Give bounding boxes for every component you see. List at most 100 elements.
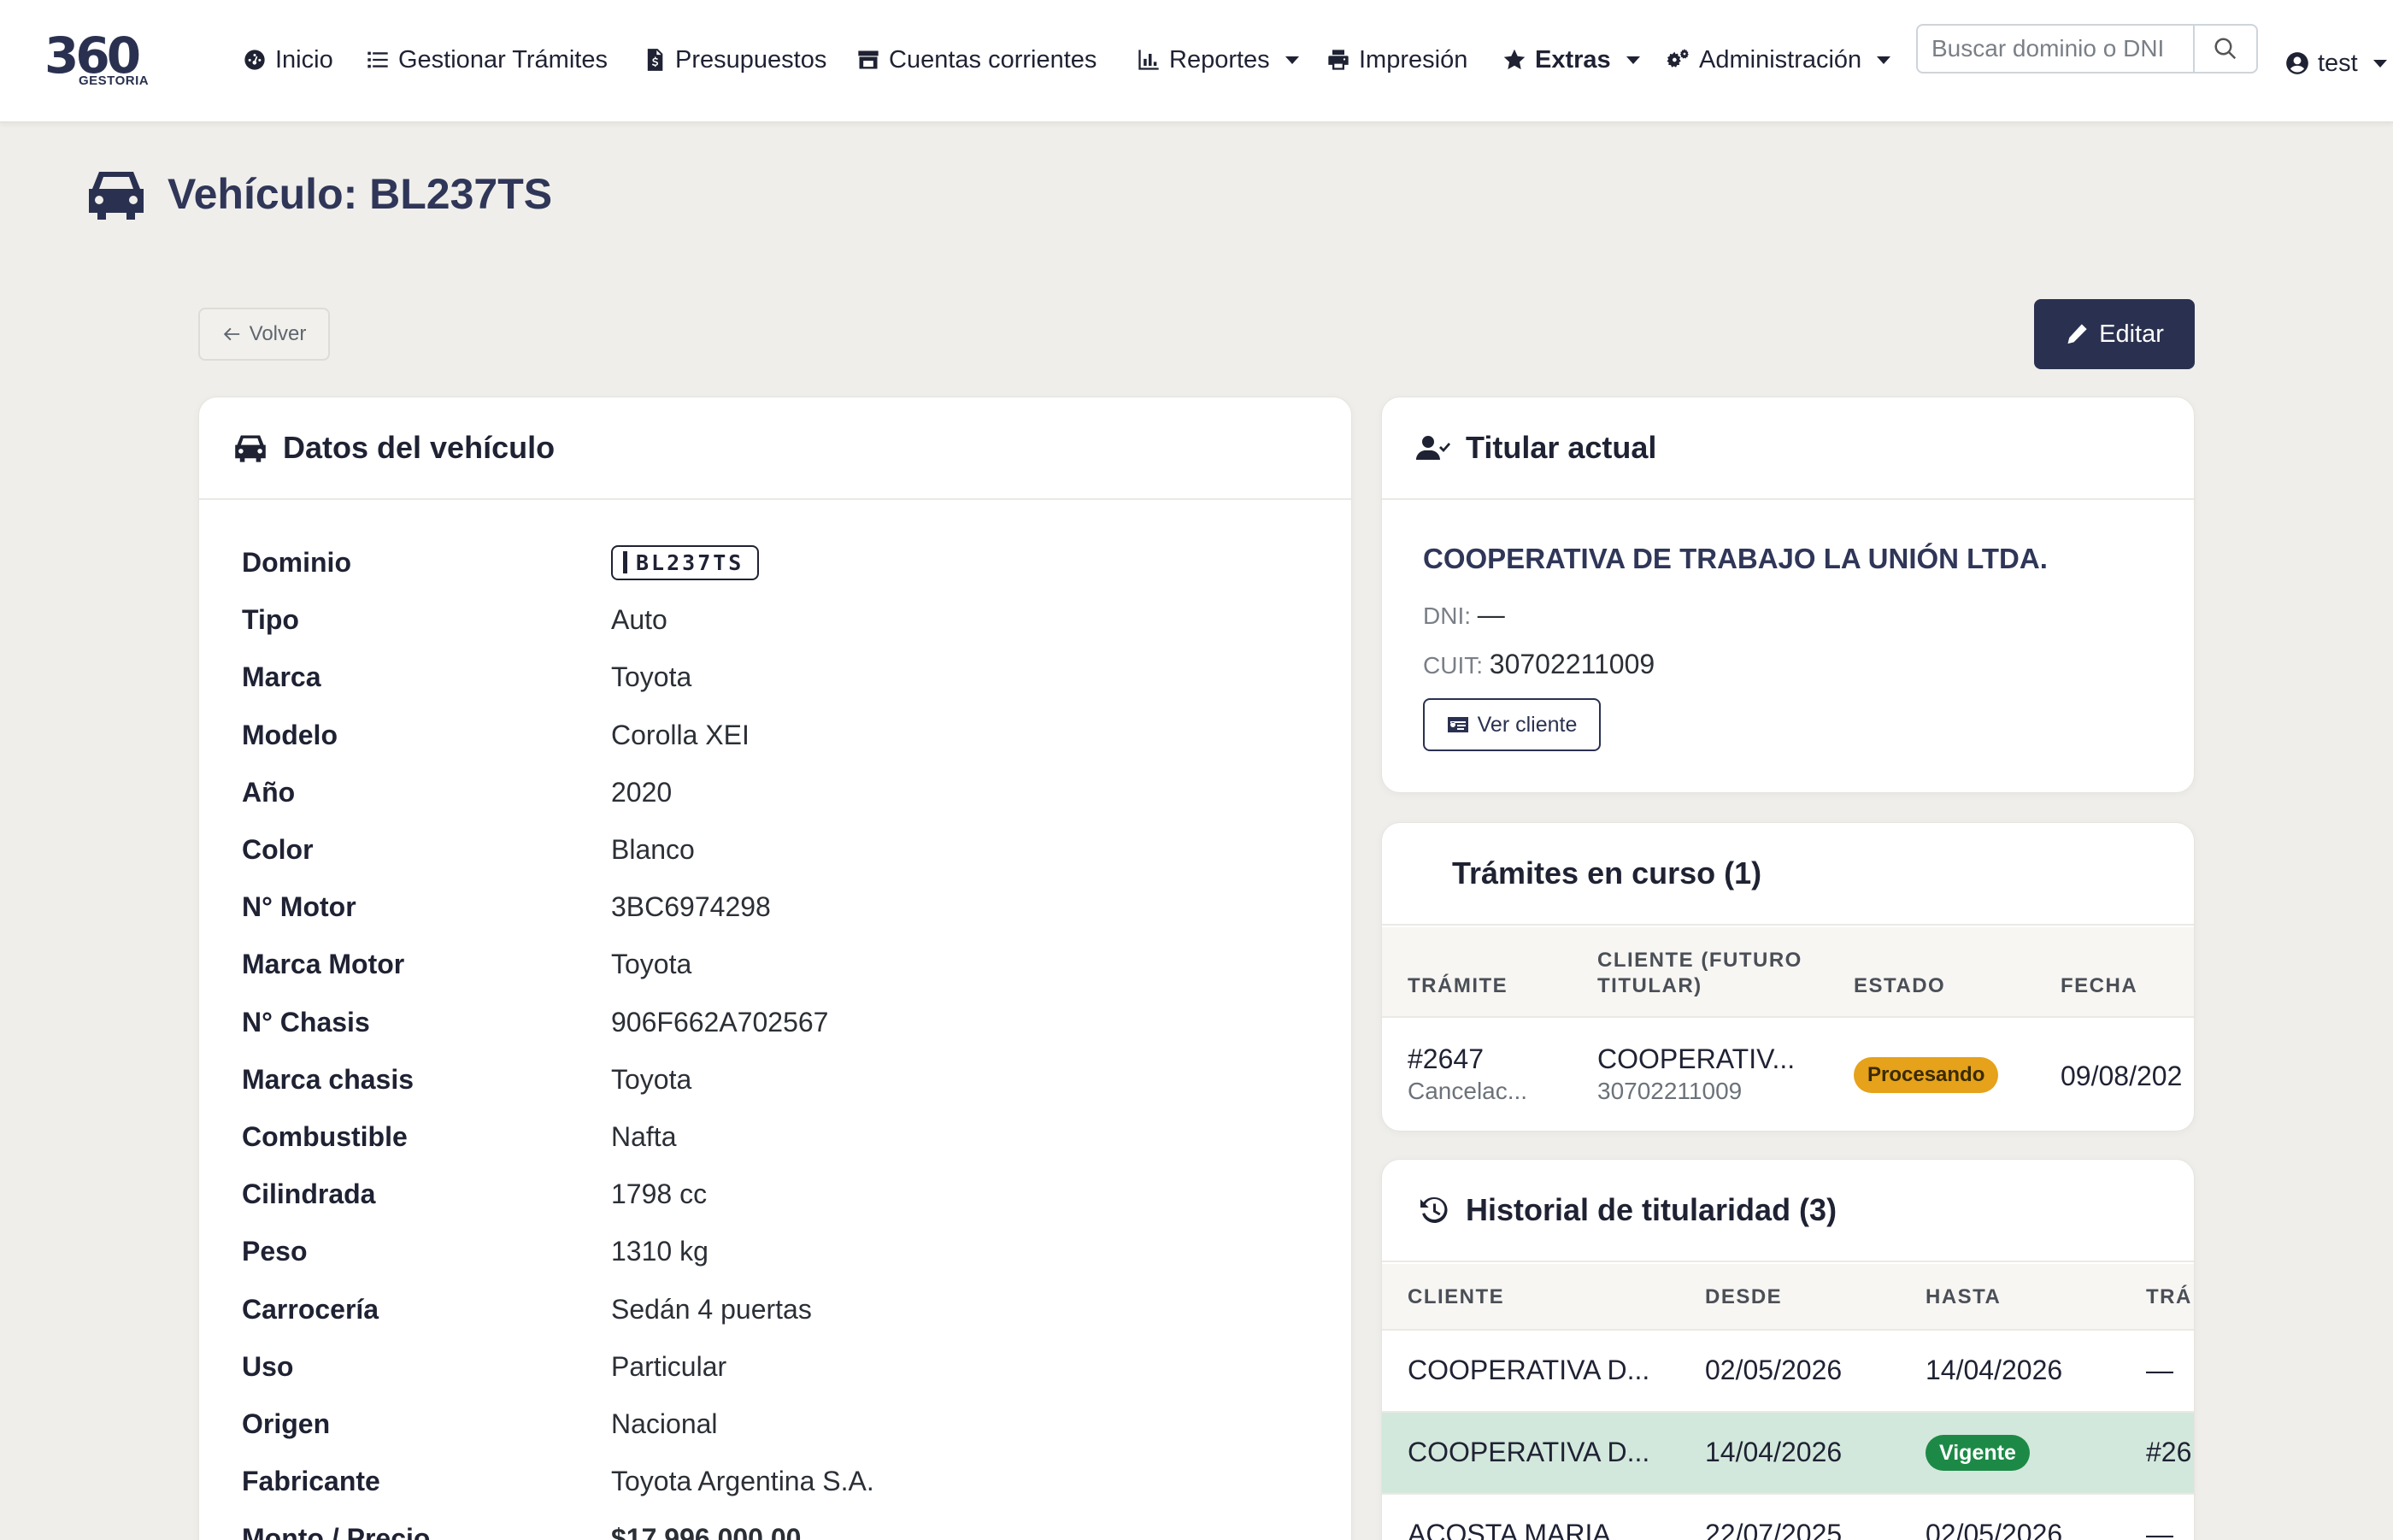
owner-dni-label: DNI: [1423,602,1471,629]
pencil-icon [2067,324,2087,344]
history-client: COOPERATIVA D... [1408,1355,1650,1385]
nav-impresion[interactable]: Impresión [1326,38,1467,82]
vehicle-row-modelo: Modelo Corolla XEI [242,707,1317,764]
history-table-header: CLIENTE DESDE HASTA TRÁ [1382,1264,2194,1331]
bar-chart-icon [1138,50,1159,70]
nav-presupuestos[interactable]: Presupuestos [643,38,826,82]
nav-extras-dropdown[interactable]: Extras [1502,38,1640,82]
field-value: 1798 cc [611,1179,708,1210]
vehicle-data-card: Datos del vehículo Dominio BL237TS Tipo … [198,397,1352,1540]
search-button[interactable] [2193,26,2256,72]
brand-logo[interactable]: 360 GESTORIA [44,31,150,91]
vehicle-row-marca-chasis: Marca chasis Toyota [242,1051,1317,1108]
vehicle-row-marca: Marca Toyota [242,649,1317,706]
vehicle-row-cilindrada: Cilindrada 1798 cc [242,1166,1317,1223]
field-value: Nacional [611,1408,718,1439]
nav-impresion-label: Impresión [1359,45,1468,73]
table-row-current[interactable]: COOPERATIVA D... 14/04/2026 Vigente #26 [1382,1413,2194,1495]
printer-icon [1328,50,1349,70]
nav-presupuestos-label: Presupuestos [675,45,827,73]
field-value: Toyota Argentina S.A. [611,1466,874,1497]
search-input[interactable] [1918,26,2193,72]
owner-card-header: Titular actual [1382,397,2194,500]
chevron-down-icon [1877,56,1891,64]
history-procedure-link[interactable]: #26 [2146,1437,2194,1468]
dashboard-icon [244,50,265,70]
vehicle-row-carroceria: Carrocería Sedán 4 puertas [242,1280,1317,1337]
field-value: Toyota [611,949,692,980]
back-button-label: Volver [249,322,307,345]
col-header-cliente: CLIENTE [1408,1285,1505,1308]
nav-inicio[interactable]: Inicio [243,38,333,82]
nav-gestionar-tramites[interactable]: Gestionar Trámites [366,38,608,82]
vehicle-data-list: Dominio BL237TS Tipo Auto Marca Toyota M… [242,534,1317,1540]
vehicle-row-color: Color Blanco [242,821,1317,879]
procedures-card-header: Trámites en curso (1) [1382,823,2194,926]
field-value: 1310 kg [611,1236,708,1267]
field-label: Marca chasis [242,1063,415,1095]
procedures-table-header: TRÁMITE CLIENTE (FUTURO TITULAR) ESTADO … [1382,927,2194,1018]
vehicle-row-tipo: Tipo Auto [242,591,1317,649]
vehicle-row-motor: N° Motor 3BC6974298 [242,879,1317,936]
field-value: 2020 [611,776,673,808]
field-value: Nafta [611,1120,677,1152]
col-header-estado: ESTADO [1854,974,1946,997]
field-value: Particular [611,1350,727,1382]
store-icon [858,50,879,69]
current-owner-card: Titular actual COOPERATIVA DE TRABAJO LA… [1381,397,2195,793]
table-row[interactable]: COOPERATIVA D... 02/05/2026 14/04/2026 — [1382,1331,2194,1413]
edit-button[interactable]: Editar [2034,299,2195,369]
search-box [1916,24,2258,73]
col-header-tramite: TRÁMITE [1408,974,1508,997]
col-header-fecha: FECHA [2061,974,2138,997]
owner-cuit-label: CUIT: [1423,652,1483,679]
history-icon [1420,1196,1448,1223]
nav-cuentas-label: Cuentas corrientes [889,45,1097,73]
col-header-cliente: CLIENTE (FUTURO [1597,949,1802,972]
procedure-client: COOPERATIV... [1597,1043,1796,1074]
vehicle-card-title: Datos del vehículo [283,430,556,465]
car-icon [235,435,266,462]
user-menu-dropdown[interactable]: test [2285,41,2387,85]
list-icon [367,51,388,68]
history-from: 14/04/2026 [1705,1437,1843,1467]
field-value: Auto [611,604,667,636]
history-card-title: Historial de titularidad (3) [1466,1192,1837,1227]
logo-subtext: GESTORIA [79,73,150,88]
field-label: Combustible [242,1120,408,1152]
field-label: N° Chasis [242,1006,370,1037]
ownership-history-card: Historial de titularidad (3) CLIENTE DES… [1381,1159,2195,1540]
field-label: Uso [242,1350,294,1382]
history-from: 02/05/2026 [1705,1355,1843,1385]
vehicle-row-marca-motor: Marca Motor Toyota [242,936,1317,993]
procedure-id[interactable]: #2647 [1408,1043,1484,1075]
vehicle-row-combustible: Combustible Nafta [242,1108,1317,1166]
view-client-button[interactable]: Ver cliente [1423,698,1601,751]
nav-cuentas-corrientes[interactable]: Cuentas corrientes [856,38,1097,82]
page-header: Vehículo: BL237TS [85,164,552,224]
table-row[interactable]: ACOSTA MARIA 22/07/2025 02/05/2026 — [1382,1495,2194,1540]
back-button[interactable]: Volver [198,308,330,361]
id-card-icon [1447,717,1468,732]
user-name: test [2318,49,2358,77]
table-row[interactable]: #2647 Cancelac... COOPERATIV... 30702211… [1382,1020,2194,1131]
procedure-type: Cancelac... [1408,1078,1528,1104]
owner-name: COOPERATIVA DE TRABAJO LA UNIÓN LTDA. [1423,543,2048,574]
nav-administracion-label: Administración [1699,45,1862,73]
nav-administracion-dropdown[interactable]: Administración [1667,38,1891,82]
field-label: Color [242,834,314,866]
gears-icon [1667,49,1689,68]
procedure-date: 09/08/202 [2061,1061,2183,1091]
arrow-left-icon [223,327,239,341]
procedure-client-cuit: 30702211009 [1597,1078,1743,1104]
history-to: 14/04/2026 [1926,1355,2063,1385]
chevron-down-icon [1285,56,1299,64]
field-label: Monto / Precio [242,1523,431,1540]
history-procedure: — [2146,1519,2173,1540]
field-value: $17.996.000,00 [611,1523,802,1540]
edit-button-label: Editar [2099,320,2164,348]
car-icon [89,172,144,220]
nav-reportes-dropdown[interactable]: Reportes [1137,38,1299,82]
field-label: Origen [242,1408,331,1439]
field-label: Peso [242,1236,308,1267]
